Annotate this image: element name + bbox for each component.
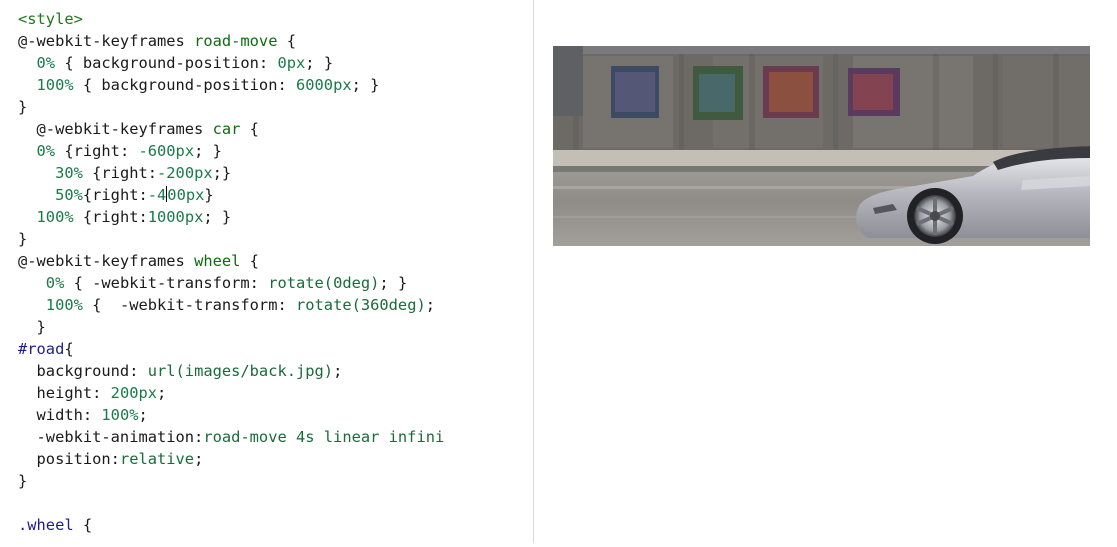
code-token: 00px (167, 186, 205, 204)
code-token: width: (18, 406, 102, 424)
code-line[interactable]: @-webkit-keyframes road-move { (18, 30, 444, 52)
code-token: road-move 4s linear infini (203, 428, 445, 446)
code-token: rotate(360deg) (296, 296, 426, 314)
code-token: 100% (101, 406, 139, 424)
code-token: background: (18, 362, 148, 380)
code-token: relative (119, 450, 195, 468)
code-token: { (64, 340, 74, 358)
code-token: {right: (55, 142, 139, 160)
code-token: 200px (110, 384, 158, 402)
code-token: 30% (18, 164, 83, 182)
code-token: road-move (194, 32, 278, 50)
road-animation-preview (553, 46, 1090, 246)
code-token: 100% (18, 296, 83, 314)
code-token: ; } (305, 54, 334, 72)
code-token: {right: (82, 186, 148, 204)
code-token: ; (425, 296, 436, 314)
code-token: { -webkit-transform: (82, 296, 296, 314)
code-token: { background-position: (55, 54, 278, 72)
code-token: -200px (157, 164, 213, 182)
code-line[interactable]: #road{ (18, 338, 444, 360)
code-token: } (18, 230, 28, 248)
code-line[interactable]: 0% { -webkit-transform: rotate(0deg); } (18, 272, 444, 294)
code-line[interactable]: } (18, 96, 444, 118)
code-line[interactable]: -webkit-animation:road-move 4s linear in… (18, 426, 445, 448)
code-token: ; (194, 450, 204, 468)
code-token: {right: (73, 208, 148, 226)
code-token: } (18, 472, 28, 490)
code-token: car (212, 120, 241, 138)
code-token: } (18, 98, 28, 116)
code-line[interactable]: } (18, 316, 444, 338)
code-line[interactable]: .wheel { (18, 514, 444, 536)
code-token: .wheel (18, 516, 74, 534)
code-token: ; (333, 362, 343, 380)
code-token: @-webkit-keyframes (18, 120, 213, 138)
code-token: 0% (18, 54, 56, 72)
code-token: position: (18, 450, 120, 468)
code-token: 0% (18, 274, 65, 292)
code-token: ; } (379, 274, 408, 292)
code-line[interactable]: 0% { background-position: 0px; } (18, 52, 444, 74)
code-token: ; (157, 384, 167, 402)
code-token: ; (138, 406, 148, 424)
code-token: { (73, 516, 93, 534)
code-token: @-webkit-keyframes (18, 252, 195, 270)
pane-divider[interactable] (533, 0, 534, 543)
code-line[interactable]: height: 200px; (18, 382, 444, 404)
code-token: <style> (18, 10, 83, 28)
code-line[interactable]: 0% {right: -600px; } (18, 140, 444, 162)
code-token: @-webkit-keyframes (18, 32, 195, 50)
code-token: 1000px (147, 208, 204, 226)
code-token: rotate(0deg) (268, 274, 380, 292)
code-line[interactable]: width: 100%; (18, 404, 444, 426)
code-line[interactable]: 100% { -webkit-transform: rotate(360deg)… (18, 294, 444, 316)
code-token: 100% (18, 76, 74, 94)
code-token: -4 (147, 186, 167, 204)
code-token: } (204, 186, 214, 204)
code-line[interactable]: 30% {right:-200px;} (18, 162, 444, 184)
code-token: height: (18, 384, 111, 402)
code-token: { background-position: (73, 76, 296, 94)
code-line[interactable]: @-webkit-keyframes car { (18, 118, 444, 140)
code-line[interactable]: 100% {right:1000px; } (18, 206, 444, 228)
code-token: #road (18, 340, 65, 358)
code-token: ;} (212, 164, 232, 182)
code-token: ; } (194, 142, 222, 160)
code-line[interactable]: 50%{right:-400px} (18, 184, 444, 206)
code-text[interactable]: <style> @-webkit-keyframes road-move { 0%… (18, 8, 444, 536)
code-line[interactable]: 100% { background-position: 6000px; } (18, 74, 444, 96)
road-scene-image (553, 46, 1090, 246)
code-token: { (277, 32, 297, 50)
code-line[interactable] (18, 492, 444, 514)
code-token: } (18, 318, 46, 336)
code-token: { -webkit-transform: (64, 274, 269, 292)
code-token: { (240, 252, 259, 270)
code-token: { (240, 120, 259, 138)
code-token: {right: (82, 164, 158, 182)
code-token: 0% (18, 142, 56, 160)
code-editor[interactable]: <style> @-webkit-keyframes road-move { 0%… (0, 0, 532, 547)
code-token: 100% (18, 208, 74, 226)
code-line[interactable]: @-webkit-keyframes wheel { (18, 250, 444, 272)
code-line[interactable]: } (18, 470, 444, 492)
code-token: 50% (18, 186, 83, 204)
code-token: wheel (194, 252, 241, 270)
code-token: ; } (351, 76, 380, 94)
code-line[interactable]: } (18, 228, 444, 250)
code-line[interactable]: background: url(images/back.jpg); (18, 360, 444, 382)
code-token: -600px (138, 142, 195, 160)
code-token: ; } (203, 208, 232, 226)
code-line[interactable]: position:relative; (18, 448, 444, 470)
code-token: 0px (277, 54, 306, 72)
code-line[interactable]: <style> (18, 8, 444, 30)
code-token: url(images/back.jpg) (147, 362, 334, 380)
code-token: 6000px (296, 76, 352, 94)
code-token: -webkit-animation: (18, 428, 204, 446)
